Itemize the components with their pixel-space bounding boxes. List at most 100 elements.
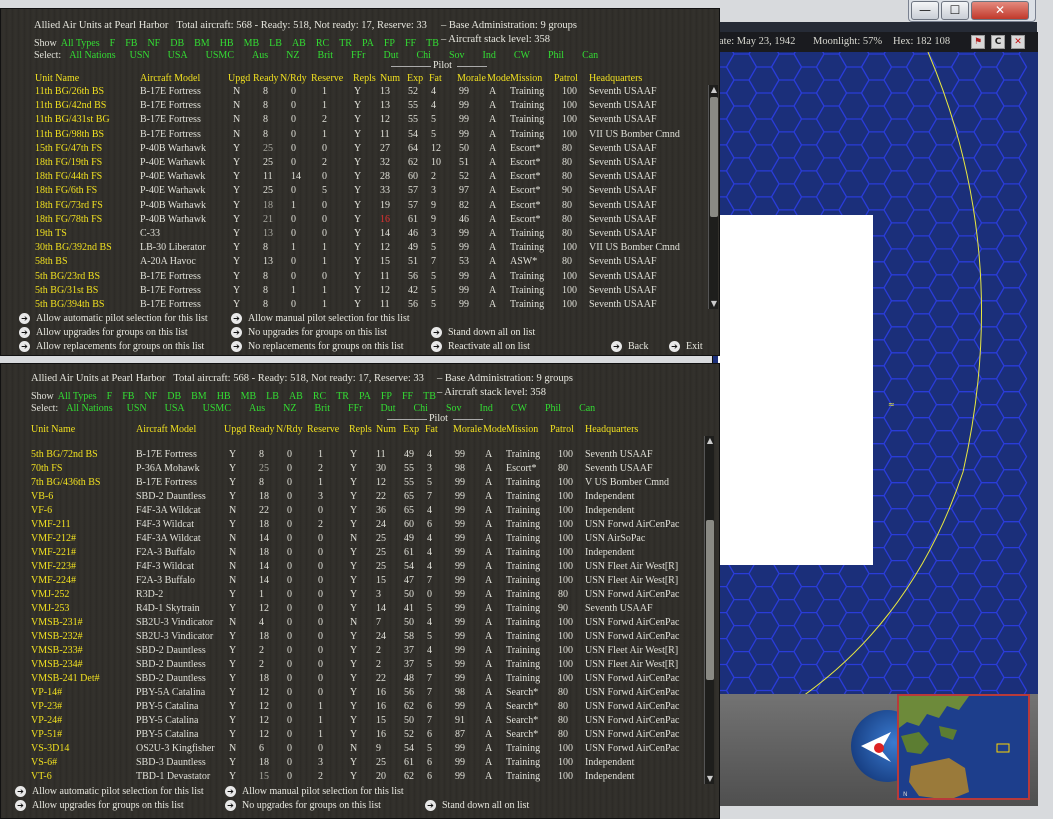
table-row[interactable]: VMF-224# F2A-3 Buffalo N 14 0 0 Y 15 47 7 99 A Train…	[31, 574, 711, 588]
filter-type-f[interactable]: F	[110, 38, 116, 49]
list-action-button[interactable]: ➔ No replacements for groups on this list	[231, 341, 404, 353]
table-row[interactable]: VP-51# PBY-5 Catalina Y 12 0 1 Y 16 52 6 87 A Search…	[31, 728, 711, 742]
filter-type-tr[interactable]: TR	[336, 391, 349, 402]
filter-nation-dut[interactable]: Dut	[380, 403, 395, 414]
table-row[interactable]: VMF-211 F4F-3 Wildcat Y 18 0 2 Y 24 60 6 99 A Traini…	[31, 518, 711, 532]
column-header-morale[interactable]: Morale	[453, 424, 482, 435]
table-row[interactable]: 18th FG/6th FS P-40E Warhawk Y 25 0 5 Y 33 57 3 97…	[35, 184, 715, 198]
list-action-button[interactable]: ➔ Allow upgrades for groups on this list	[15, 800, 184, 812]
filter-nation-usa[interactable]: USA	[168, 50, 188, 61]
table-row[interactable]: 11th BG/42nd BS B-17E Fortress N 8 0 1 Y 13 55 4 9…	[35, 99, 715, 113]
filter-nation-can[interactable]: Can	[579, 403, 595, 414]
back-button[interactable]: ➔ Back	[611, 341, 649, 353]
column-header-nrdy[interactable]: N/Rdy	[276, 424, 303, 435]
column-header-hq[interactable]: Headquarters	[585, 424, 638, 435]
filter-type-fp[interactable]: FP	[381, 391, 392, 402]
filter-nation-chi[interactable]: Chi	[416, 50, 430, 61]
table-row[interactable]: VS-3D14 OS2U-3 Kingfisher N 6 0 0 N 9 54 5 99 A Trai…	[31, 742, 711, 756]
column-header-nrdy[interactable]: N/Rdy	[280, 73, 307, 84]
list-action-button[interactable]: ➔ Allow automatic pilot selection for thi…	[19, 313, 208, 325]
column-header-mission[interactable]: Mission	[510, 73, 542, 84]
filter-nation-ffr[interactable]: FFr	[348, 403, 362, 414]
table-row[interactable]: 5th BG/23rd BS B-17E Fortress Y 8 0 0 Y 11 56 5 99…	[35, 270, 715, 284]
filter-type-fp[interactable]: FP	[384, 38, 395, 49]
column-header-exp[interactable]: Exp	[407, 73, 423, 84]
table-row[interactable]: 18th FG/44th FS P-40E Warhawk Y 11 14 0 Y 28 60 2…	[35, 170, 715, 184]
table-row[interactable]: VMJ-253 R4D-1 Skytrain Y 12 0 0 Y 14 41 5 99 A Train…	[31, 602, 711, 616]
filter-nation-nz[interactable]: NZ	[286, 50, 299, 61]
table-row[interactable]: 30th BG/392nd BS LB-30 Liberator Y 8 1 1 Y 12 49…	[35, 241, 715, 255]
table-row[interactable]: VP-14# PBY-5A Catalina Y 12 0 0 Y 16 56 7 98 A Searc…	[31, 686, 711, 700]
filter-nation-brit[interactable]: Brit	[317, 50, 333, 61]
maximize-button[interactable]: ☐	[941, 1, 969, 20]
scrollbar-top[interactable]: ▲ ▼	[708, 85, 718, 309]
filter-nation-phil[interactable]: Phil	[545, 403, 561, 414]
column-header-upgd[interactable]: Upgd	[228, 73, 250, 84]
column-header-mode[interactable]: Mode	[483, 424, 506, 435]
table-row[interactable]: 7th BG/436th BS B-17E Fortress Y 8 0 1 Y 12 55 5 9…	[31, 476, 711, 490]
mini-map[interactable]: N	[897, 694, 1030, 800]
table-row[interactable]: VB-6 SBD-2 Dauntless Y 18 0 3 Y 22 65 7 99 A Trainin…	[31, 490, 711, 504]
table-row[interactable]: VMF-221# F2A-3 Buffalo N 18 0 0 Y 25 61 4 99 A Train…	[31, 546, 711, 560]
filter-type-bm[interactable]: BM	[191, 391, 207, 402]
scroll-up-icon[interactable]: ▲	[709, 85, 719, 95]
table-row[interactable]: 19th TS C-33 Y 13 0 0 Y 14 46 3 99 A Training 80 Seven…	[35, 227, 715, 241]
filter-nation-cw[interactable]: CW	[514, 50, 530, 61]
filter-type-f[interactable]: F	[107, 391, 113, 402]
column-header-mode[interactable]: Mode	[487, 73, 510, 84]
column-header-num[interactable]: Num	[380, 73, 400, 84]
table-row[interactable]: VMSB-231# SB2U-3 Vindicator N 4 0 0 N 7 50 4 99 A Tr…	[31, 616, 711, 630]
scrollbar-bottom[interactable]: ▲ ▼	[704, 436, 714, 784]
table-row[interactable]: VS-6# SBD-3 Dauntless Y 18 0 3 Y 25 61 6 99 A Traini…	[31, 756, 711, 770]
column-header-morale[interactable]: Morale	[457, 73, 486, 84]
scroll-up-icon[interactable]: ▲	[705, 436, 715, 446]
filter-nation-nz[interactable]: NZ	[283, 403, 296, 414]
map-close-button[interactable]: ✕	[1011, 35, 1025, 49]
filter-nation-aus[interactable]: Aus	[249, 403, 265, 414]
table-row[interactable]: VMSB-233# SBD-2 Dauntless Y 2 0 0 Y 2 37 4 99 A Trai…	[31, 644, 711, 658]
filter-type-lb[interactable]: LB	[269, 38, 282, 49]
filter-nation-usa[interactable]: USA	[165, 403, 185, 414]
list-action-button[interactable]: ➔ Allow manual pilot selection for this l…	[225, 786, 404, 798]
filter-type-ab[interactable]: AB	[289, 391, 303, 402]
list-action-button[interactable]: ➔ Stand down all on list	[425, 800, 529, 812]
table-row[interactable]: 15th FG/47th FS P-40B Warhawk Y 25 0 0 Y 27 64 12…	[35, 142, 715, 156]
column-header-reserve[interactable]: Reserve	[307, 424, 339, 435]
table-row[interactable]: 5th BG/31st BS B-17E Fortress Y 8 1 1 Y 12 42 5 99…	[35, 284, 715, 298]
filter-nation-ind[interactable]: Ind	[483, 50, 496, 61]
column-header-exp[interactable]: Exp	[403, 424, 419, 435]
filter-type-rc[interactable]: RC	[313, 391, 326, 402]
filter-type-mb[interactable]: MB	[241, 391, 257, 402]
scroll-down-icon[interactable]: ▼	[709, 299, 719, 309]
filter-type-rc[interactable]: RC	[316, 38, 329, 49]
column-header-fat[interactable]: Fat	[425, 424, 438, 435]
filter-nation-aus[interactable]: Aus	[252, 50, 268, 61]
list-action-button[interactable]: ➔ No upgrades for groups on this list	[231, 327, 387, 339]
filter-type-fb[interactable]: FB	[125, 38, 137, 49]
column-header-repls[interactable]: Repls	[349, 424, 372, 435]
filter-type-pa[interactable]: PA	[359, 391, 371, 402]
filter-all-nations[interactable]: All Nations	[66, 403, 112, 414]
table-row[interactable]: 18th FG/73rd FS P-40B Warhawk Y 18 1 0 Y 19 57 9 8…	[35, 199, 715, 213]
filter-type-tr[interactable]: TR	[339, 38, 352, 49]
column-header-model[interactable]: Aircraft Model	[140, 73, 200, 84]
table-row[interactable]: 11th BG/98th BS B-17E Fortress N 8 0 1 Y 11 54 5 9…	[35, 128, 715, 142]
filter-type-db[interactable]: DB	[167, 391, 181, 402]
table-row[interactable]: VP-24# PBY-5 Catalina Y 12 0 1 Y 15 50 7 91 A Search…	[31, 714, 711, 728]
filter-type-tb[interactable]: TB	[423, 391, 436, 402]
list-action-button[interactable]: ➔ Allow upgrades for groups on this list	[19, 327, 188, 339]
flag-button[interactable]: ⚑	[971, 35, 985, 49]
filter-type-tb[interactable]: TB	[426, 38, 439, 49]
filter-nation-can[interactable]: Can	[582, 50, 598, 61]
filter-all-nations[interactable]: All Nations	[69, 50, 115, 61]
column-header-patrol[interactable]: Patrol	[550, 424, 574, 435]
exit-button[interactable]: ➔ Exit	[669, 341, 703, 353]
column-header-reserve[interactable]: Reserve	[311, 73, 343, 84]
table-row[interactable]: VMF-212# F4F-3A Wildcat N 14 0 0 N 25 49 4 99 A Trai…	[31, 532, 711, 546]
filter-type-hb[interactable]: HB	[217, 391, 231, 402]
column-header-fat[interactable]: Fat	[429, 73, 442, 84]
filter-type-bm[interactable]: BM	[194, 38, 210, 49]
column-header-repls[interactable]: Repls	[353, 73, 376, 84]
filter-type-nf[interactable]: NF	[147, 38, 160, 49]
filter-type-lb[interactable]: LB	[266, 391, 279, 402]
